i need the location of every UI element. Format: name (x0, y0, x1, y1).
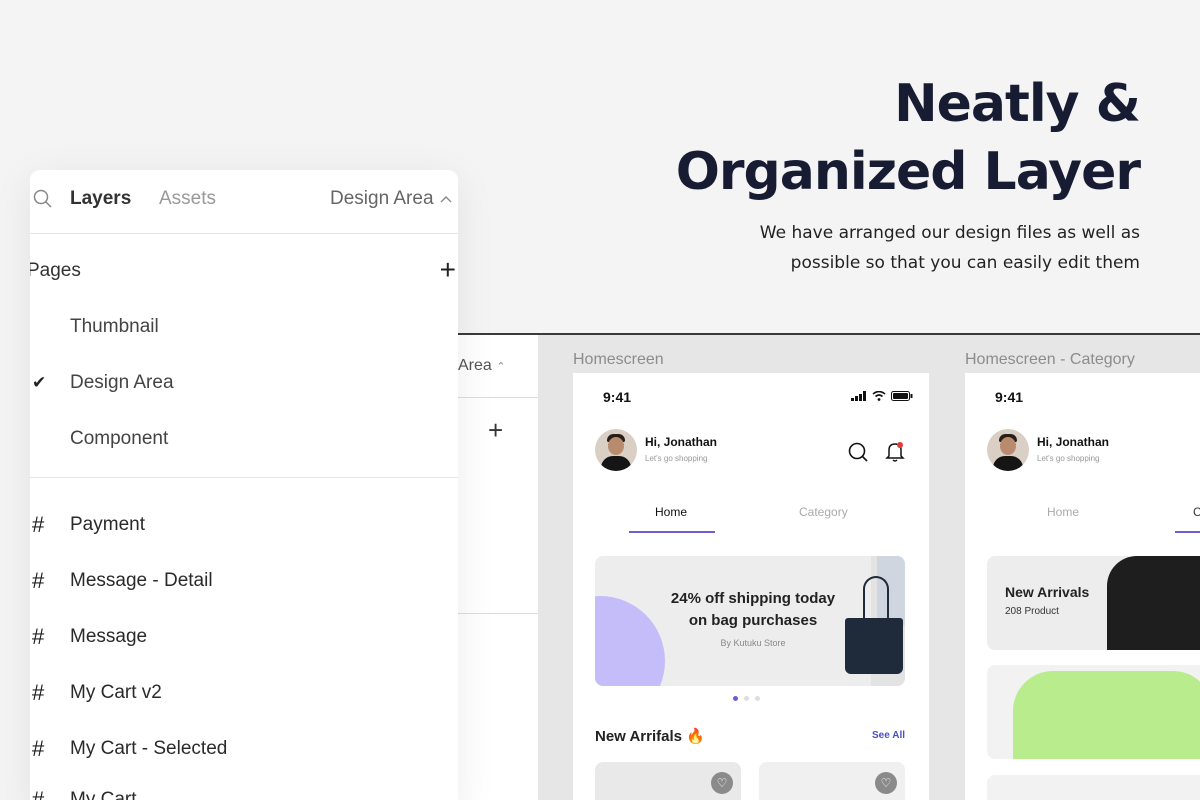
status-time: 9:41 (995, 389, 1024, 405)
frame-homescreen[interactable]: 9:41 Hi, Jonathan Let's go shopping Home… (573, 373, 929, 800)
chevron-up-icon (440, 196, 452, 203)
layer-name: My Cart (70, 789, 137, 800)
check-icon: ✔ (32, 373, 47, 392)
tab-indicator (629, 531, 715, 533)
search-icon[interactable] (847, 441, 869, 463)
tab-layers[interactable]: Layers (70, 188, 131, 210)
tab-indicator (1175, 531, 1200, 533)
bag-image (845, 618, 903, 674)
back-page-select-label: Area (458, 357, 492, 374)
battery-icon (891, 391, 913, 401)
section-title: New Arrifals 🔥 (595, 728, 705, 745)
banner-title: 24% off shipping today on bag purchases (670, 590, 836, 629)
category-image (1107, 556, 1200, 650)
frame-icon: # (32, 568, 45, 593)
category-card[interactable] (987, 665, 1200, 759)
hero-subtitle-line2: possible so that you can easily edit the… (790, 253, 1140, 273)
layer-name: My Cart - Selected (70, 738, 228, 759)
heart-icon[interactable]: ♡ (711, 772, 733, 794)
page-select-label: Design Area (330, 188, 434, 209)
product-card[interactable]: ♡ (759, 762, 905, 800)
frame-icon: # (32, 624, 45, 649)
banner-subtitle: By Kutuku Store (720, 638, 786, 648)
category-count: 208 Product (1005, 606, 1059, 617)
carousel-dots[interactable] (733, 696, 760, 701)
frame-icon: # (32, 736, 45, 761)
search-icon[interactable] (32, 188, 54, 210)
category-image (1013, 671, 1200, 759)
layer-item[interactable]: # My Cart - Selected (30, 736, 458, 776)
bell-icon[interactable] (885, 441, 905, 463)
category-card[interactable]: New Arrivals 208 Product (987, 556, 1200, 650)
layer-item[interactable]: # Payment (30, 512, 458, 552)
layer-item[interactable]: # Message (30, 624, 458, 664)
back-page-select[interactable]: Area ⌃ (458, 357, 505, 375)
hero-text: Neatly & Organized Layer We have arrange… (675, 70, 1141, 278)
category-card[interactable] (987, 775, 1200, 800)
hero-title-line2: Organized Layer (675, 142, 1141, 202)
greeting-sub: Let's go shopping (645, 454, 708, 463)
tab-category[interactable]: C (1193, 505, 1200, 519)
layer-name: Message (70, 626, 148, 647)
chevron-up-icon: ⌃ (496, 361, 506, 373)
see-all-link[interactable]: See All (872, 730, 905, 741)
carousel-dot[interactable] (755, 696, 760, 701)
page-item-component[interactable]: Component (70, 428, 168, 450)
page-select[interactable]: Design Area (330, 188, 452, 210)
product-card[interactable]: ♡ (595, 762, 741, 800)
greeting: Hi, Jonathan (645, 435, 718, 449)
hero-title-line1: Neatly & (894, 74, 1141, 134)
add-page-button[interactable]: + (440, 256, 456, 284)
design-canvas[interactable]: Area ⌃ + Homescreen Homescreen - Categor… (380, 333, 1200, 800)
hero-subtitle-line1: We have arranged our design files as wel… (759, 223, 1140, 243)
layer-item[interactable]: # My Cart v2 (30, 680, 458, 720)
status-icons (851, 391, 913, 401)
layer-name: My Cart v2 (70, 682, 162, 703)
carousel-dot[interactable] (733, 696, 738, 701)
avatar (595, 429, 637, 471)
frame-icon: # (32, 512, 45, 537)
wifi-icon (872, 391, 886, 401)
divider (30, 477, 458, 478)
page-item-thumbnail[interactable]: Thumbnail (70, 316, 159, 338)
pages-heading: Pages (30, 260, 81, 281)
add-page-icon[interactable]: + (488, 415, 503, 446)
hero-title: Neatly & Organized Layer (675, 70, 1141, 206)
greeting-sub: Let's go shopping (1037, 454, 1100, 463)
carousel-dot[interactable] (744, 696, 749, 701)
tab-home[interactable]: Home (655, 505, 687, 519)
status-time: 9:41 (603, 389, 632, 405)
tab-assets[interactable]: Assets (159, 188, 216, 210)
greeting: Hi, Jonathan (1037, 435, 1110, 449)
page-item-design-area[interactable]: Design Area (70, 372, 174, 394)
tab-category[interactable]: Category (799, 505, 848, 519)
frame-icon: # (32, 680, 45, 705)
signal-icon (851, 391, 866, 401)
frame-homescreen-category[interactable]: 9:41 Hi, Jonathan Let's go shopping Home… (965, 373, 1200, 800)
frame-label-homescreen-category[interactable]: Homescreen - Category (965, 351, 1135, 369)
layer-name: Message - Detail (70, 570, 213, 591)
tab-home[interactable]: Home (1047, 505, 1079, 519)
category-title: New Arrivals (1005, 584, 1090, 600)
frame-icon: # (32, 787, 45, 800)
hero-subtitle: We have arranged our design files as wel… (676, 218, 1140, 278)
avatar (987, 429, 1029, 471)
layer-name: Payment (70, 514, 145, 535)
panel-header: Layers Assets Design Area (30, 170, 458, 234)
layer-item[interactable]: # Message - Detail (30, 568, 458, 608)
heart-icon[interactable]: ♡ (875, 772, 897, 794)
promo-banner[interactable]: 24% off shipping today on bag purchases … (595, 556, 905, 686)
layers-panel: Layers Assets Design Area Pages + Thumbn… (30, 170, 458, 800)
banner-decoration (595, 596, 665, 686)
frame-label-homescreen[interactable]: Homescreen (573, 351, 664, 369)
layer-item[interactable]: # My Cart (30, 787, 458, 800)
